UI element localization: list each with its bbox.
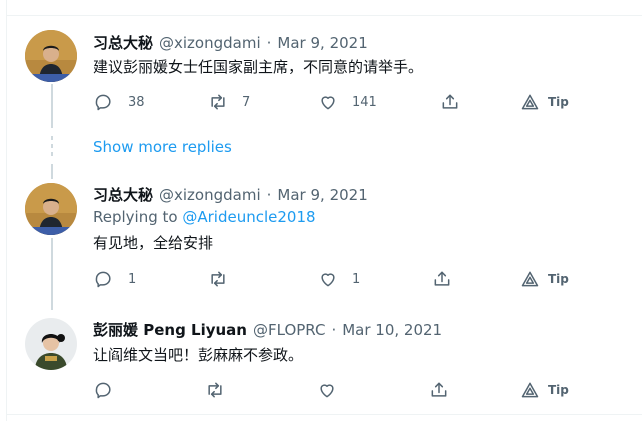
thread-connector-line: [51, 84, 53, 128]
reply-button[interactable]: [94, 380, 128, 400]
heart-icon: [321, 273, 335, 287]
heart-icon: [320, 384, 334, 398]
like-button[interactable]: 1: [318, 269, 360, 289]
timeline-left-border: [6, 0, 7, 421]
separator: ·: [331, 321, 337, 339]
timeline-top-divider: [6, 15, 642, 16]
tweet-header: 习总大秘 @xizongdami · Mar 9, 2021: [93, 184, 368, 205]
retweet-icon: [208, 382, 222, 398]
tip-button[interactable]: Tip: [520, 380, 569, 400]
tip-label: Tip: [548, 383, 569, 397]
reply-button[interactable]: 38: [94, 92, 145, 112]
tweet-header: 彭丽媛 Peng Liyuan @FLOPRC · Mar 10, 2021: [93, 319, 442, 340]
timestamp[interactable]: Mar 10, 2021: [342, 321, 442, 339]
user-handle[interactable]: @xizongdami: [159, 34, 261, 52]
like-button[interactable]: [317, 380, 351, 400]
avatar[interactable]: [25, 30, 77, 82]
timestamp[interactable]: Mar 9, 2021: [277, 186, 367, 204]
tip-label: Tip: [548, 272, 569, 286]
thread-connector-line: [51, 164, 53, 179]
separator: ·: [266, 186, 272, 204]
reply-icon: [95, 382, 111, 399]
reply-count: 1: [128, 271, 137, 287]
replying-to-handle-link[interactable]: @Arideuncle2018: [182, 208, 315, 226]
reply-count: 38: [128, 94, 145, 110]
avatar[interactable]: [25, 318, 77, 370]
retweet-button[interactable]: 7: [208, 92, 250, 112]
tip-icon: [521, 382, 539, 398]
tweet-text: 让阎维文当吧！彭麻麻不参政。: [93, 346, 304, 364]
share-button[interactable]: [432, 269, 452, 289]
tweet-text: 建议彭丽媛女士任国家副主席，不同意的请举手。: [93, 58, 424, 76]
like-count: 141: [352, 94, 377, 110]
retweet-button[interactable]: [208, 269, 242, 289]
timeline-bottom-divider: [6, 414, 642, 415]
retweet-icon: [211, 94, 225, 110]
tip-icon: [521, 94, 539, 110]
like-button[interactable]: 141: [318, 92, 377, 112]
tweet-header: 习总大秘 @xizongdami · Mar 9, 2021: [93, 32, 368, 53]
user-handle[interactable]: @xizongdami: [159, 186, 261, 204]
timestamp[interactable]: Mar 9, 2021: [277, 34, 367, 52]
retweet-button[interactable]: [205, 380, 239, 400]
display-name[interactable]: 习总大秘: [93, 32, 153, 53]
reply-icon: [95, 94, 111, 111]
tip-button[interactable]: Tip: [520, 269, 569, 289]
tip-button[interactable]: Tip: [520, 92, 569, 112]
retweet-count: 7: [242, 94, 251, 110]
heart-icon: [321, 96, 335, 110]
user-handle[interactable]: @FLOPRC: [253, 321, 325, 339]
share-icon: [442, 94, 458, 109]
separator: ·: [266, 34, 272, 52]
reply-button[interactable]: 1: [94, 269, 136, 289]
retweet-icon: [211, 271, 225, 287]
tip-label: Tip: [548, 95, 569, 109]
reply-icon: [95, 271, 111, 288]
share-icon: [431, 382, 447, 397]
like-count: 1: [352, 271, 361, 287]
display-name[interactable]: 彭丽媛 Peng Liyuan: [93, 319, 247, 340]
share-icon: [434, 271, 450, 286]
show-more-replies-link[interactable]: Show more replies: [93, 138, 232, 156]
avatar[interactable]: [25, 183, 77, 235]
share-button[interactable]: [429, 380, 449, 400]
replying-to: Replying to @Arideuncle2018: [93, 208, 316, 226]
tweet-text: 有见地，全给安排: [93, 234, 214, 252]
replying-to-prefix: Replying to: [93, 208, 178, 226]
tip-icon: [521, 271, 539, 287]
share-button[interactable]: [440, 92, 460, 112]
display-name[interactable]: 习总大秘: [93, 184, 153, 205]
thread-connector-line: [51, 238, 53, 310]
